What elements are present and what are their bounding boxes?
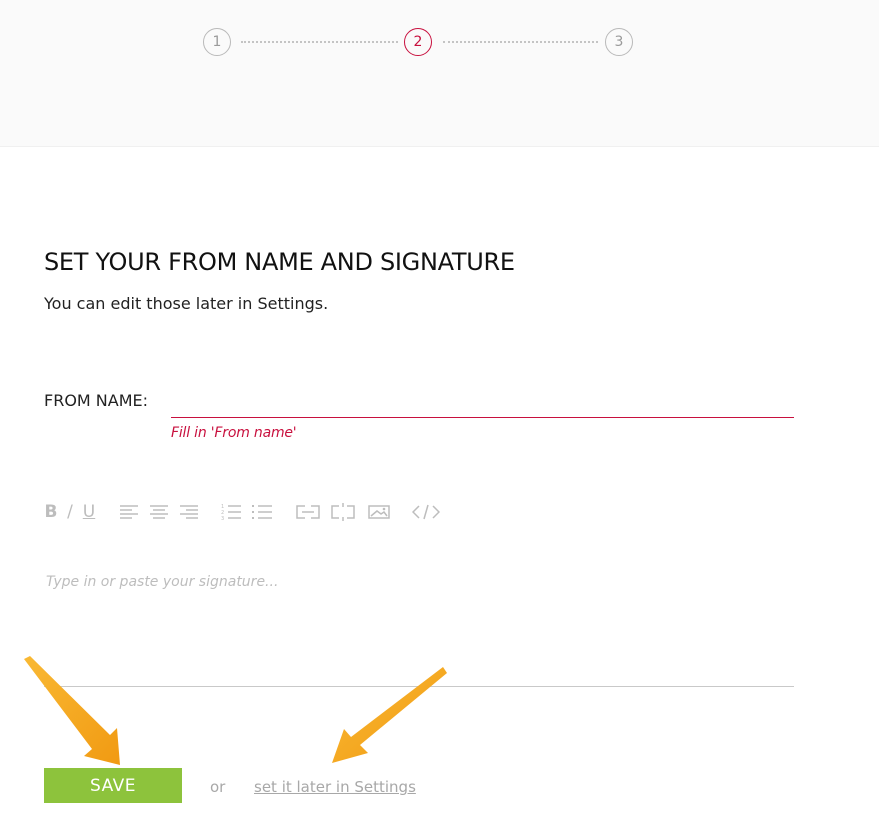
page-subtitle: You can edit those later in Settings.	[44, 294, 329, 313]
link-icon[interactable]	[295, 500, 321, 524]
align-center-icon[interactable]	[149, 500, 169, 524]
image-icon[interactable]	[367, 500, 391, 524]
unordered-list-icon[interactable]	[251, 500, 273, 524]
from-name-input[interactable]	[171, 392, 794, 418]
progress-header: 1 2 3	[0, 0, 879, 147]
code-icon[interactable]	[411, 500, 441, 524]
step-3-indicator: 3	[605, 28, 633, 56]
step-2-indicator: 2	[404, 28, 432, 56]
italic-icon[interactable]: /	[65, 500, 75, 524]
set-later-link[interactable]: set it later in Settings	[254, 778, 416, 796]
ordered-list-icon[interactable]: 123	[220, 500, 242, 524]
or-separator: or	[210, 778, 226, 796]
from-name-label: FROM NAME:	[44, 391, 149, 410]
align-left-icon[interactable]	[119, 500, 139, 524]
step-1-indicator: 1	[203, 28, 231, 56]
underline-icon[interactable]: U	[81, 500, 97, 524]
page-title: SET YOUR FROM NAME AND SIGNATURE	[44, 248, 515, 276]
from-name-error: Fill in 'From name'	[171, 425, 297, 441]
save-button[interactable]: SAVE	[44, 768, 182, 803]
unlink-icon[interactable]	[330, 500, 356, 524]
align-right-icon[interactable]	[179, 500, 199, 524]
step-connector-2-3	[443, 41, 598, 43]
signature-underline	[44, 686, 794, 687]
signature-placeholder: Type in or paste your signature...	[46, 574, 279, 590]
step-connector-1-2	[241, 41, 398, 43]
bold-icon[interactable]: B	[44, 500, 58, 524]
svg-text:3: 3	[221, 516, 224, 521]
